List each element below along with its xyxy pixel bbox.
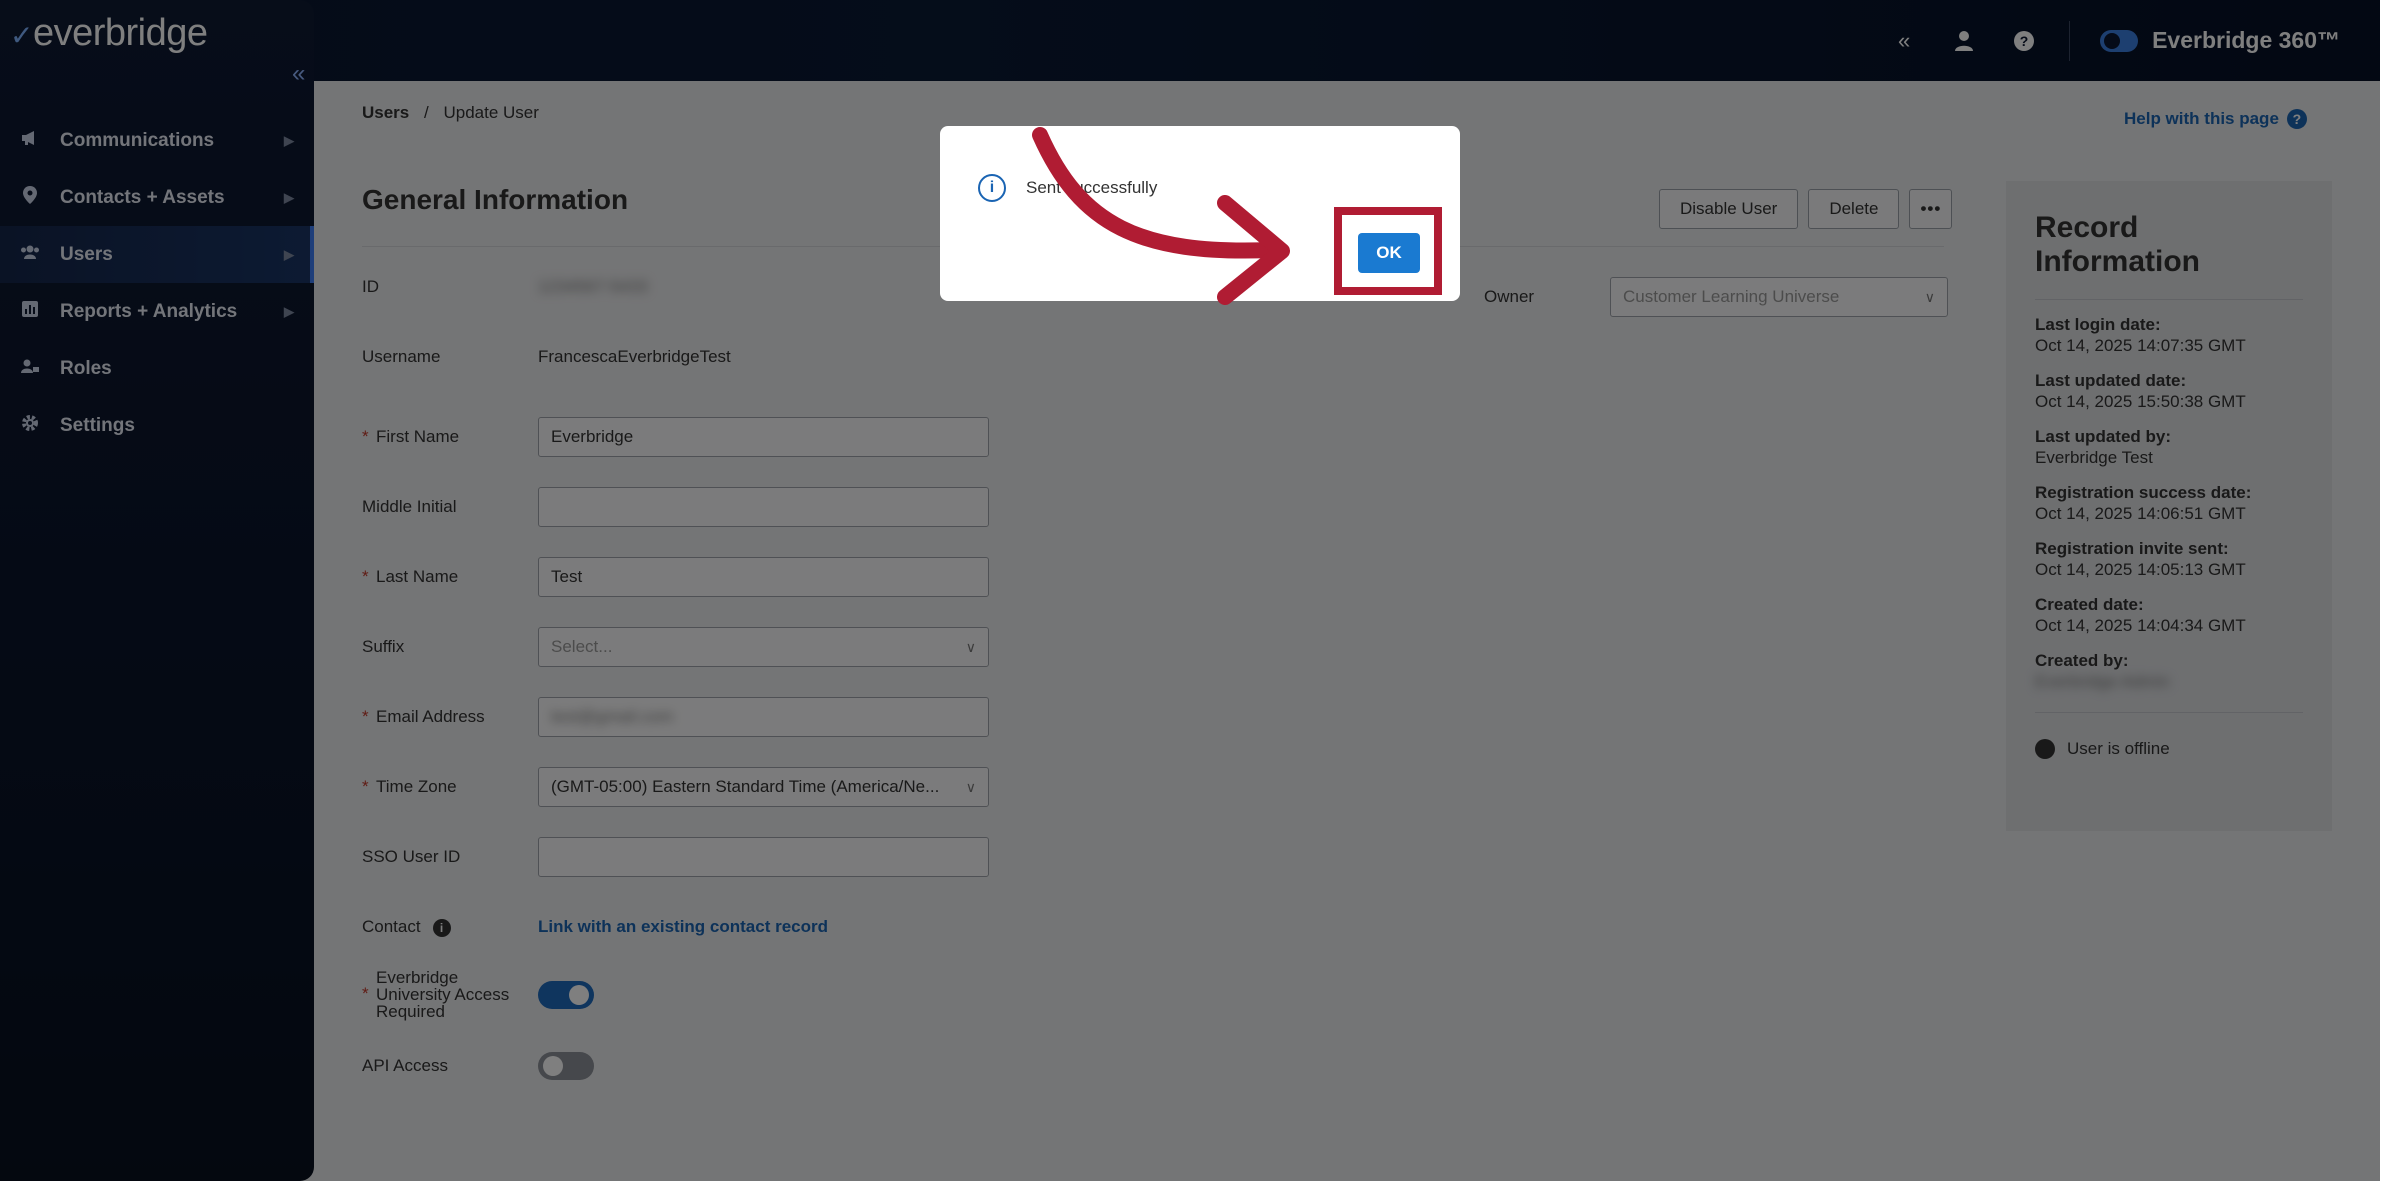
info-icon: i xyxy=(978,174,1006,202)
highlight-box xyxy=(1334,207,1442,295)
pointer-arrow-icon xyxy=(1032,127,1290,305)
window-edge xyxy=(2380,0,2400,1181)
